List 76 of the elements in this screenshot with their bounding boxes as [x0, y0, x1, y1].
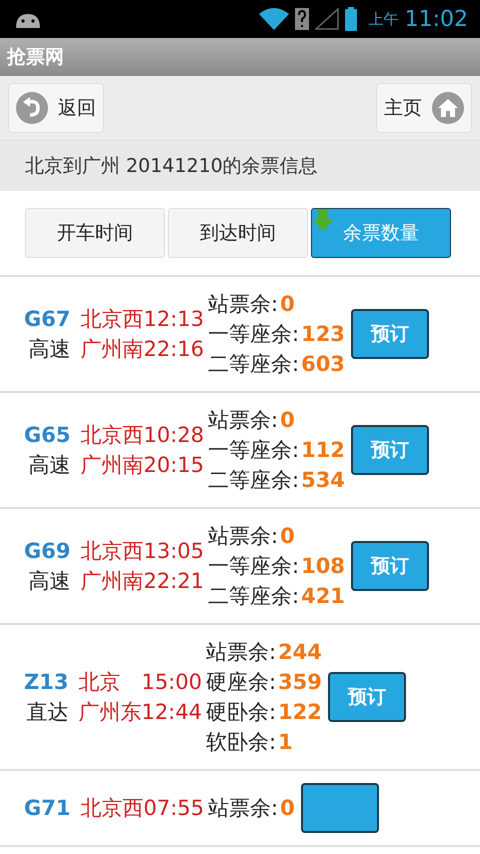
seat-count: 122	[278, 699, 322, 726]
home-icon	[432, 92, 464, 124]
train-code: G67	[24, 306, 70, 333]
home-button[interactable]: 主页	[376, 83, 472, 133]
clock: 11:02	[404, 6, 468, 32]
seat-count: 0	[280, 291, 295, 318]
departure-station: 北京	[78, 669, 122, 696]
seat-count: 1	[278, 729, 293, 756]
seat-label: 硬座余:	[206, 669, 276, 696]
book-button[interactable]: 预订	[350, 425, 429, 475]
seat-label: 站票余:	[208, 407, 278, 434]
seat-label: 硬卧余:	[206, 699, 276, 726]
sort-tab[interactable]: 到达时间	[168, 208, 308, 258]
seat-label: 软卧余:	[206, 729, 276, 756]
departure-time: 07:55	[143, 795, 204, 822]
arrival-time: 22:16	[143, 336, 204, 363]
seat-label: 站票余:	[208, 523, 278, 550]
departure-time: 15:00	[141, 669, 202, 696]
seat-label: 站票余:	[206, 639, 276, 666]
seat-label: 二等座余:	[208, 467, 300, 494]
departure-station: 北京西	[80, 795, 144, 822]
departure-station: 北京西	[80, 538, 144, 565]
arrival-station: 广州南	[80, 452, 144, 479]
sort-tab[interactable]: 余票数量	[311, 208, 451, 258]
seat-count: 603	[301, 351, 345, 378]
train-code: G69	[24, 538, 70, 565]
seat-label: 站票余:	[208, 291, 278, 318]
seat-count: 123	[301, 321, 345, 348]
book-button[interactable]: 预订	[350, 541, 429, 591]
seat-count: 0	[280, 523, 295, 550]
clock-period: 上午	[368, 10, 399, 28]
seat-label: 一等座余:	[208, 553, 300, 580]
down-arrow-icon	[312, 209, 334, 231]
arrival-time: 22:21	[143, 568, 204, 595]
seat-label: 二等座余:	[208, 583, 300, 610]
signal-icon	[314, 8, 339, 30]
seat-count: 112	[301, 437, 345, 464]
back-icon	[16, 92, 48, 124]
seat-count: 108	[301, 553, 345, 580]
seat-count: 0	[280, 795, 295, 822]
arrival-time: 12:44	[141, 699, 202, 726]
arrival-station: 广州南	[80, 336, 144, 363]
train-code: Z13	[24, 669, 68, 696]
battery-icon	[344, 7, 357, 31]
seat-label: 一等座余:	[208, 321, 300, 348]
departure-time: 12:13	[143, 306, 204, 333]
sim-question-icon	[294, 8, 309, 30]
seat-count: 359	[278, 669, 322, 696]
book-button[interactable]: 预订	[328, 672, 406, 722]
book-button[interactable]: 预订	[350, 309, 429, 359]
train-type: 直达	[26, 699, 68, 726]
wifi-icon	[258, 8, 289, 30]
seat-label: 二等座余:	[208, 351, 300, 378]
arrival-station: 广州东	[78, 699, 142, 726]
seat-count: 0	[280, 407, 295, 434]
sort-tab[interactable]: 开车时间	[25, 208, 165, 258]
train-type: 高速	[28, 568, 70, 595]
train-type: 高速	[28, 452, 70, 479]
arrival-time: 20:15	[143, 452, 204, 479]
departure-station: 北京西	[80, 422, 144, 449]
book-button[interactable]	[300, 783, 379, 833]
route-heading: 北京到广州 20141210的余票信息	[0, 140, 480, 191]
back-button[interactable]: 返回	[8, 83, 104, 133]
seat-count: 421	[301, 583, 345, 610]
seat-label: 一等座余:	[208, 437, 300, 464]
departure-station: 北京西	[80, 306, 144, 333]
train-code: G65	[24, 422, 70, 449]
train-code: G71	[24, 795, 70, 822]
arrival-station: 广州南	[80, 568, 144, 595]
departure-time: 10:28	[143, 422, 204, 449]
departure-time: 13:05	[143, 538, 204, 565]
seat-count: 244	[278, 639, 322, 666]
seat-label: 站票余:	[208, 795, 278, 822]
app-title: 抢票网	[7, 45, 64, 70]
seat-count: 534	[301, 467, 345, 494]
train-type: 高速	[28, 336, 70, 363]
